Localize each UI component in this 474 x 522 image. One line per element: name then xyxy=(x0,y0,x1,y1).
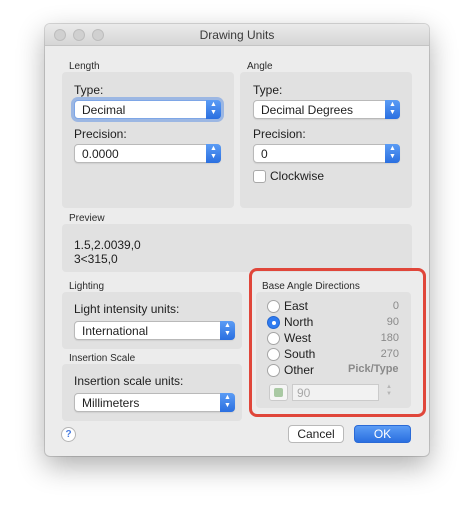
title-bar: Drawing Units xyxy=(45,24,429,46)
insertion-group: Insertion scale units: Millimeters ▲ ▼ xyxy=(62,364,242,421)
angle-group: Type: Decimal Degrees ▲ ▼ Precision: 0 ▲ ▼… xyxy=(240,72,412,208)
window-title: Drawing Units xyxy=(199,28,275,42)
length-caption: Length xyxy=(69,61,100,72)
highlight-frame xyxy=(249,268,426,417)
clockwise-label: Clockwise xyxy=(270,169,325,183)
length-precision-label: Precision: xyxy=(74,127,127,141)
preview-line-1: 1.5,2.0039,0 xyxy=(74,238,141,252)
insertion-units-value: Millimeters xyxy=(82,396,140,410)
insertion-caption: Insertion Scale xyxy=(69,353,136,364)
angle-type-select[interactable]: Decimal Degrees ▲ ▼ xyxy=(253,100,400,119)
length-group: Type: Decimal ▲ ▼ Precision: 0.0000 ▲ ▼ xyxy=(62,72,234,208)
length-type-select[interactable]: Decimal ▲ ▼ xyxy=(74,100,221,119)
lighting-units-label: Light intensity units: xyxy=(74,302,180,316)
cancel-button[interactable]: Cancel xyxy=(288,425,344,443)
length-precision-select[interactable]: 0.0000 ▲ ▼ xyxy=(74,144,221,163)
lighting-units-value: International xyxy=(82,324,149,338)
chevron-updown-icon: ▲ ▼ xyxy=(206,144,221,163)
angle-precision-label: Precision: xyxy=(253,127,306,141)
help-button[interactable]: ? xyxy=(61,427,76,442)
insertion-units-label: Insertion scale units: xyxy=(74,374,184,388)
preview-group: 1.5,2.0039,0 3<315,0 xyxy=(62,224,412,272)
angle-precision-select[interactable]: 0 ▲ ▼ xyxy=(253,144,400,163)
chevron-updown-icon: ▲ ▼ xyxy=(385,144,400,163)
chevron-updown-icon: ▲ ▼ xyxy=(206,100,221,119)
preview-line-2: 3<315,0 xyxy=(74,252,118,266)
lighting-group: Light intensity units: International ▲ ▼ xyxy=(62,292,242,349)
clockwise-checkbox[interactable] xyxy=(253,170,266,183)
length-precision-value: 0.0000 xyxy=(82,147,119,161)
chevron-updown-icon: ▲ ▼ xyxy=(220,321,235,340)
angle-type-label: Type: xyxy=(253,83,283,97)
angle-precision-value: 0 xyxy=(261,147,268,161)
angle-type-value: Decimal Degrees xyxy=(261,103,354,117)
chevron-updown-icon: ▲ ▼ xyxy=(220,393,235,412)
lighting-caption: Lighting xyxy=(69,281,105,292)
length-type-value: Decimal xyxy=(82,103,126,117)
lighting-units-select[interactable]: International ▲ ▼ xyxy=(74,321,235,340)
angle-caption: Angle xyxy=(247,61,273,72)
length-type-label: Type: xyxy=(74,83,104,97)
chevron-updown-icon: ▲ ▼ xyxy=(385,100,400,119)
insertion-units-select[interactable]: Millimeters ▲ ▼ xyxy=(74,393,235,412)
preview-caption: Preview xyxy=(69,213,105,224)
ok-button[interactable]: OK xyxy=(354,425,411,443)
